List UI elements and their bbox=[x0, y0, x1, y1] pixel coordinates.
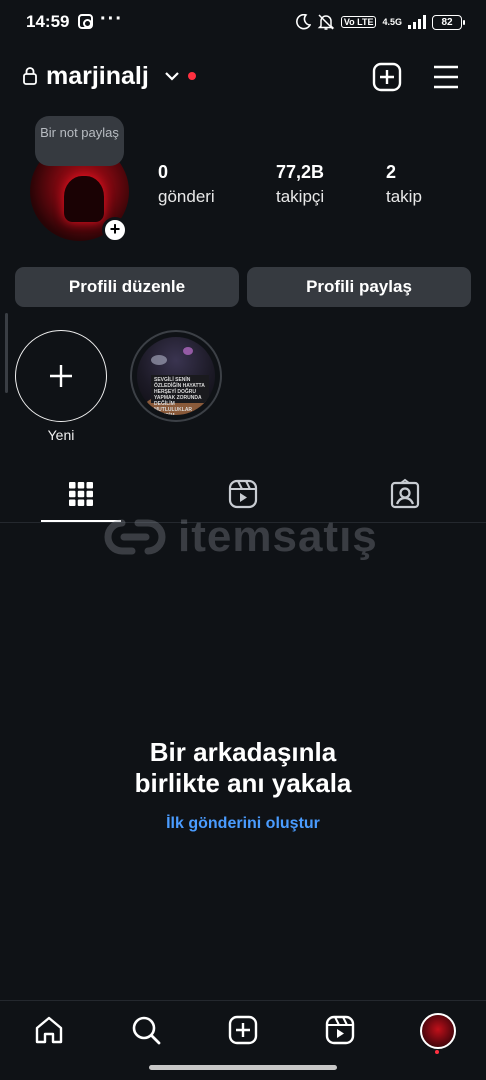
network-type: 4.5G bbox=[382, 16, 402, 27]
new-highlight-label: Yeni bbox=[47, 427, 75, 443]
edit-profile-button[interactable]: Profili düzenle bbox=[15, 267, 239, 307]
signal-icon bbox=[408, 15, 426, 29]
new-highlight-button[interactable] bbox=[15, 330, 107, 422]
battery-icon: 82 bbox=[432, 14, 465, 30]
home-indicator[interactable] bbox=[149, 1065, 337, 1070]
chevron-down-icon[interactable] bbox=[164, 70, 180, 82]
stat-value: 2 bbox=[386, 162, 397, 182]
empty-state-title: Bir arkadaşınla birlikte anı yakala bbox=[0, 737, 486, 799]
watermark: itemsatış bbox=[100, 512, 378, 562]
stat-value: 77,2B bbox=[276, 162, 325, 182]
status-bar: 14:59 ··· Vo LTE 4.5G 82 bbox=[0, 0, 486, 44]
stat-label: takip bbox=[386, 187, 422, 206]
avatar-figure bbox=[64, 176, 104, 222]
status-time: 14:59 bbox=[26, 12, 70, 31]
tagged-icon[interactable] bbox=[389, 478, 421, 510]
profile-avatar[interactable] bbox=[420, 1013, 456, 1049]
stat-followers[interactable]: 77,2B takipçi bbox=[276, 160, 324, 210]
highlight-light bbox=[151, 355, 167, 365]
scroll-edge bbox=[5, 313, 8, 393]
home-icon[interactable] bbox=[33, 1014, 65, 1046]
status-icons: Vo LTE 4.5G 82 bbox=[295, 12, 465, 32]
volte-badge: Vo LTE bbox=[340, 16, 377, 28]
reels-icon[interactable] bbox=[227, 478, 259, 510]
moon-icon bbox=[295, 14, 311, 30]
stat-posts: 0 gönderi bbox=[158, 160, 215, 210]
notification-dot bbox=[188, 72, 196, 80]
stat-value: 0 bbox=[158, 162, 169, 182]
battery-level: 82 bbox=[441, 16, 453, 28]
empty-title-line: birlikte anı yakala bbox=[134, 768, 352, 798]
plus-icon bbox=[50, 365, 72, 387]
bell-off-icon bbox=[317, 14, 335, 30]
create-icon[interactable] bbox=[372, 62, 402, 92]
note-bubble[interactable]: Bir not paylaş bbox=[35, 116, 124, 166]
stat-label: gönderi bbox=[158, 187, 215, 206]
stat-label: takipçi bbox=[276, 187, 325, 206]
more-notifications-icon: ··· bbox=[100, 8, 123, 30]
highlight-note: SEVGİLİ SENİN ÖZLEDİĞİN HAYATTA HERŞEYİ … bbox=[151, 375, 209, 415]
highlight-cover: SEVGİLİ SENİN ÖZLEDİĞİN HAYATTA HERŞEYİ … bbox=[137, 337, 215, 415]
profile-username[interactable]: marjinalj bbox=[46, 62, 149, 91]
lock-icon bbox=[23, 67, 37, 85]
empty-title-line: Bir arkadaşınla bbox=[149, 737, 337, 767]
create-first-post-link[interactable]: İlk gönderini oluştur bbox=[0, 815, 486, 833]
watermark-text: itemsatış bbox=[178, 512, 378, 561]
highlight-light bbox=[183, 347, 193, 355]
nav-divider bbox=[0, 1000, 486, 1001]
menu-icon[interactable] bbox=[432, 64, 460, 90]
add-story-icon[interactable]: + bbox=[102, 217, 128, 243]
search-icon[interactable] bbox=[130, 1014, 162, 1046]
story-highlight[interactable]: SEVGİLİ SENİN ÖZLEDİĞİN HAYATTA HERŞEYİ … bbox=[130, 330, 222, 422]
create-icon[interactable] bbox=[227, 1014, 259, 1046]
stat-following[interactable]: 2 takip bbox=[386, 160, 422, 210]
grid-icon[interactable] bbox=[65, 478, 97, 510]
watermark-logo bbox=[104, 519, 166, 555]
instagram-icon bbox=[78, 14, 93, 29]
reels-icon[interactable] bbox=[324, 1014, 356, 1046]
notification-dot bbox=[435, 1050, 439, 1054]
share-profile-button[interactable]: Profili paylaş bbox=[247, 267, 471, 307]
